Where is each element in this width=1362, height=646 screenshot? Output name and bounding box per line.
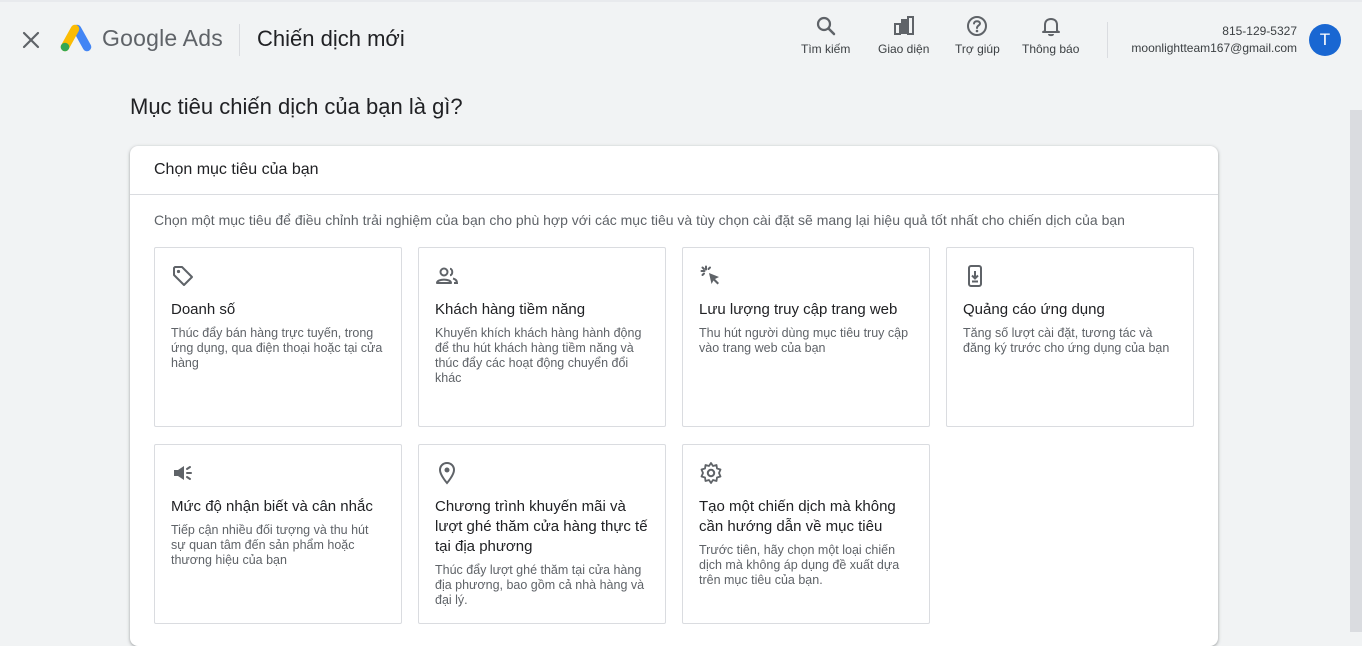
brand-name: Google Ads: [102, 25, 223, 51]
close-button[interactable]: [18, 27, 44, 53]
location-pin-icon: [435, 461, 459, 485]
goal-title: Mức độ nhận biết và cân nhắc: [171, 498, 373, 515]
avatar[interactable]: T: [1309, 24, 1341, 56]
megaphone-icon: [171, 461, 195, 485]
account-divider: [1107, 22, 1108, 58]
goal-title: Chương trình khuyến mãi và lượt ghé thăm…: [435, 498, 648, 555]
people-icon: [435, 264, 459, 288]
goal-card-website-traffic[interactable]: Lưu lượng truy cập trang web Thu hút ngư…: [682, 247, 930, 427]
goal-card-leads[interactable]: Khách hàng tiềm năng Khuyến khích khách …: [418, 247, 666, 427]
goal-title: Doanh số: [171, 301, 236, 318]
appearance-label: Giao diện: [878, 42, 930, 56]
top-bar: Google Ads Chiến dịch mới Tìm kiếm Giao …: [0, 0, 1362, 76]
goal-description: Thúc đẩy lượt ghé thăm tại cửa hàng địa …: [435, 563, 645, 607]
help-label: Trợ giúp: [955, 42, 1000, 56]
panel-description: Chọn một mục tiêu để điều chỉnh trải ngh…: [154, 212, 1125, 228]
goal-description: Trước tiên, hãy chọn một loại chiến dịch…: [699, 543, 900, 587]
goal-panel: Chọn mục tiêu của bạn Chọn một mục tiêu …: [130, 146, 1218, 646]
search-label: Tìm kiếm: [801, 42, 851, 56]
brand-divider: [239, 24, 240, 56]
scrollbar[interactable]: [1350, 110, 1362, 632]
appearance-icon: [892, 14, 916, 38]
goal-card-no-goal[interactable]: Tạo một chiến dịch mà không cần hướng dẫ…: [682, 444, 930, 624]
google-ads-logo-icon: [60, 24, 92, 52]
page-title: Chiến dịch mới: [257, 26, 405, 51]
gear-icon: [699, 461, 723, 485]
goal-description: Thúc đẩy bán hàng trực tuyến, trong ứng …: [171, 326, 383, 370]
close-icon: [22, 31, 40, 49]
notifications-button[interactable]: Thông báo: [1022, 14, 1079, 62]
panel-title: Chọn mục tiêu của bạn: [130, 146, 1218, 195]
goal-card-awareness[interactable]: Mức độ nhận biết và cân nhắc Tiếp cận nh…: [154, 444, 402, 624]
goal-title: Lưu lượng truy cập trang web: [699, 301, 898, 318]
tag-icon: [171, 264, 195, 288]
goal-description: Thu hút người dùng mục tiêu truy cập vào…: [699, 326, 909, 355]
bell-icon: [1039, 14, 1063, 38]
appearance-button[interactable]: Giao diện: [878, 14, 929, 62]
cursor-click-icon: [699, 264, 723, 288]
goal-description: Tăng số lượt cài đặt, tương tác và đăng …: [963, 326, 1170, 355]
campaign-goal-question: Mục tiêu chiến dịch của bạn là gì?: [130, 94, 463, 119]
account-email[interactable]: moonlightteam167@gmail.com: [1131, 41, 1297, 55]
goal-title: Tạo một chiến dịch mà không cần hướng dẫ…: [699, 498, 896, 535]
goal-title: Quảng cáo ứng dụng: [963, 301, 1105, 318]
goal-description: Khuyến khích khách hàng hành động để thu…: [435, 326, 642, 385]
search-button[interactable]: Tìm kiếm: [801, 14, 850, 62]
help-button[interactable]: Trợ giúp: [955, 14, 1000, 62]
goal-card-sales[interactable]: Doanh số Thúc đẩy bán hàng trực tuyến, t…: [154, 247, 402, 427]
help-icon: [965, 14, 989, 38]
goal-card-app-promotion[interactable]: Quảng cáo ứng dụng Tăng số lượt cài đặt,…: [946, 247, 1194, 427]
account-phone: 815-129-5327: [1222, 24, 1297, 38]
goal-title: Khách hàng tiềm năng: [435, 301, 586, 318]
goal-card-local-store-visits[interactable]: Chương trình khuyến mãi và lượt ghé thăm…: [418, 444, 666, 624]
search-icon: [814, 14, 838, 38]
notifications-label: Thông báo: [1022, 42, 1080, 56]
goal-description: Tiếp cận nhiều đối tượng và thu hút sự q…: [171, 523, 369, 567]
phone-download-icon: [963, 264, 987, 288]
